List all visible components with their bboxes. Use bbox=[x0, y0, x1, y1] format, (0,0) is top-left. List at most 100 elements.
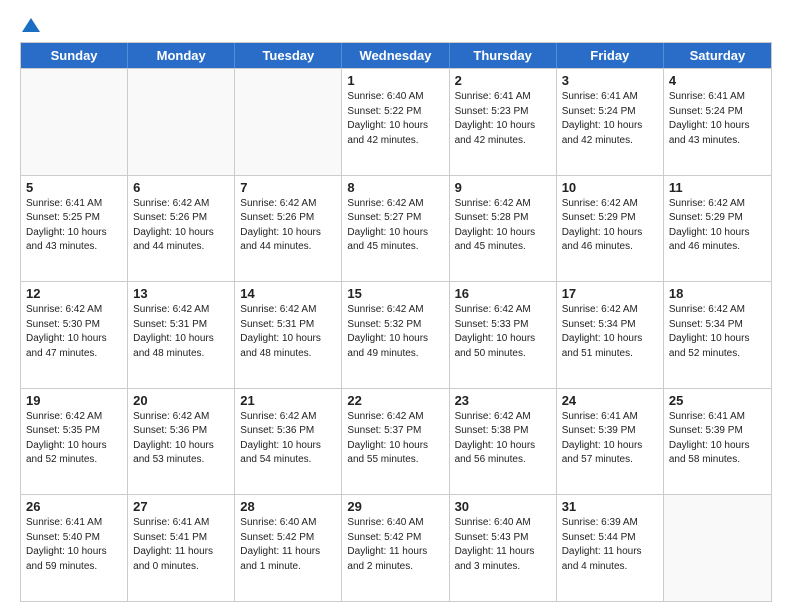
day-number: 19 bbox=[26, 393, 122, 408]
day-number: 21 bbox=[240, 393, 336, 408]
day-number: 28 bbox=[240, 499, 336, 514]
day-info: Sunrise: 6:42 AM Sunset: 5:36 PM Dayligh… bbox=[133, 410, 229, 468]
day-number: 2 bbox=[455, 73, 551, 88]
calendar-cell: 21 Sunrise: 6:42 AM Sunset: 5:36 PM Dayli… bbox=[235, 389, 342, 495]
day-info: Sunrise: 6:40 AM Sunset: 5:43 PM Dayligh… bbox=[455, 516, 551, 574]
calendar-cell: 28 Sunrise: 6:40 AM Sunset: 5:42 PM Dayli… bbox=[235, 495, 342, 601]
day-number: 29 bbox=[347, 499, 443, 514]
day-info: Sunrise: 6:42 AM Sunset: 5:27 PM Dayligh… bbox=[347, 197, 443, 255]
calendar-cell: 25Sunrise: 6:41 AM Sunset: 5:39 PM Dayli… bbox=[664, 389, 771, 495]
day-number: 6 bbox=[133, 180, 229, 195]
day-info: Sunrise: 6:40 AM Sunset: 5:22 PM Dayligh… bbox=[347, 90, 443, 148]
day-number: 30 bbox=[455, 499, 551, 514]
calendar-cell: 17 Sunrise: 6:42 AM Sunset: 5:34 PM Dayli… bbox=[557, 282, 664, 388]
calendar-cell: 9 Sunrise: 6:42 AM Sunset: 5:28 PM Daylig… bbox=[450, 176, 557, 282]
calendar-cell bbox=[21, 69, 128, 175]
day-number: 3 bbox=[562, 73, 658, 88]
day-info: Sunrise: 6:42 AM Sunset: 5:29 PM Dayligh… bbox=[562, 197, 658, 255]
day-info: Sunrise: 6:42 AM Sunset: 5:28 PM Dayligh… bbox=[455, 197, 551, 255]
logo-icon bbox=[22, 18, 40, 32]
calendar-cell: 19 Sunrise: 6:42 AM Sunset: 5:35 PM Dayli… bbox=[21, 389, 128, 495]
day-info: Sunrise: 6:41 AM Sunset: 5:24 PM Dayligh… bbox=[669, 90, 766, 148]
day-info: Sunrise: 6:41 AM Sunset: 5:39 PM Dayligh… bbox=[562, 410, 658, 468]
day-info: Sunrise: 6:42 AM Sunset: 5:30 PM Dayligh… bbox=[26, 303, 122, 361]
day-info: Sunrise: 6:42 AM Sunset: 5:26 PM Dayligh… bbox=[240, 197, 336, 255]
day-info: Sunrise: 6:42 AM Sunset: 5:33 PM Dayligh… bbox=[455, 303, 551, 361]
calendar-cell: 30 Sunrise: 6:40 AM Sunset: 5:43 PM Dayli… bbox=[450, 495, 557, 601]
day-info: Sunrise: 6:42 AM Sunset: 5:34 PM Dayligh… bbox=[669, 303, 766, 361]
calendar-cell: 27 Sunrise: 6:41 AM Sunset: 5:41 PM Dayli… bbox=[128, 495, 235, 601]
calendar-cell: 2 Sunrise: 6:41 AM Sunset: 5:23 PM Daylig… bbox=[450, 69, 557, 175]
day-number: 12 bbox=[26, 286, 122, 301]
calendar-cell: 12 Sunrise: 6:42 AM Sunset: 5:30 PM Dayli… bbox=[21, 282, 128, 388]
day-number: 27 bbox=[133, 499, 229, 514]
day-info: Sunrise: 6:42 AM Sunset: 5:35 PM Dayligh… bbox=[26, 410, 122, 468]
weekday-header: Monday bbox=[128, 43, 235, 68]
calendar-row: 19 Sunrise: 6:42 AM Sunset: 5:35 PM Dayli… bbox=[21, 388, 771, 495]
weekday-header: Friday bbox=[557, 43, 664, 68]
calendar-cell: 13 Sunrise: 6:42 AM Sunset: 5:31 PM Dayli… bbox=[128, 282, 235, 388]
calendar-cell: 22 Sunrise: 6:42 AM Sunset: 5:37 PM Dayli… bbox=[342, 389, 449, 495]
calendar-cell: 1Sunrise: 6:40 AM Sunset: 5:22 PM Daylig… bbox=[342, 69, 449, 175]
weekday-header: Thursday bbox=[450, 43, 557, 68]
weekday-header: Saturday bbox=[664, 43, 771, 68]
day-number: 16 bbox=[455, 286, 551, 301]
day-number: 20 bbox=[133, 393, 229, 408]
day-info: Sunrise: 6:42 AM Sunset: 5:31 PM Dayligh… bbox=[240, 303, 336, 361]
calendar-cell: 29 Sunrise: 6:40 AM Sunset: 5:42 PM Dayli… bbox=[342, 495, 449, 601]
calendar-cell: 3Sunrise: 6:41 AM Sunset: 5:24 PM Daylig… bbox=[557, 69, 664, 175]
calendar-cell bbox=[235, 69, 342, 175]
calendar-cell: 24Sunrise: 6:41 AM Sunset: 5:39 PM Dayli… bbox=[557, 389, 664, 495]
calendar-row: 26Sunrise: 6:41 AM Sunset: 5:40 PM Dayli… bbox=[21, 494, 771, 601]
day-number: 17 bbox=[562, 286, 658, 301]
calendar-cell bbox=[664, 495, 771, 601]
day-number: 26 bbox=[26, 499, 122, 514]
day-number: 14 bbox=[240, 286, 336, 301]
calendar-cell: 16 Sunrise: 6:42 AM Sunset: 5:33 PM Dayli… bbox=[450, 282, 557, 388]
calendar-row: 12 Sunrise: 6:42 AM Sunset: 5:30 PM Dayli… bbox=[21, 281, 771, 388]
calendar-cell: 5 Sunrise: 6:41 AM Sunset: 5:25 PM Daylig… bbox=[21, 176, 128, 282]
weekday-header: Sunday bbox=[21, 43, 128, 68]
day-info: Sunrise: 6:42 AM Sunset: 5:36 PM Dayligh… bbox=[240, 410, 336, 468]
day-number: 4 bbox=[669, 73, 766, 88]
day-info: Sunrise: 6:40 AM Sunset: 5:42 PM Dayligh… bbox=[240, 516, 336, 574]
day-number: 31 bbox=[562, 499, 658, 514]
calendar-cell: 31 Sunrise: 6:39 AM Sunset: 5:44 PM Dayli… bbox=[557, 495, 664, 601]
day-info: Sunrise: 6:41 AM Sunset: 5:41 PM Dayligh… bbox=[133, 516, 229, 574]
header bbox=[20, 18, 772, 32]
day-number: 18 bbox=[669, 286, 766, 301]
day-info: Sunrise: 6:41 AM Sunset: 5:25 PM Dayligh… bbox=[26, 197, 122, 255]
day-info: Sunrise: 6:42 AM Sunset: 5:32 PM Dayligh… bbox=[347, 303, 443, 361]
calendar-cell: 18 Sunrise: 6:42 AM Sunset: 5:34 PM Dayli… bbox=[664, 282, 771, 388]
calendar-row: 5 Sunrise: 6:41 AM Sunset: 5:25 PM Daylig… bbox=[21, 175, 771, 282]
calendar-cell: 7 Sunrise: 6:42 AM Sunset: 5:26 PM Daylig… bbox=[235, 176, 342, 282]
calendar-cell: 11 Sunrise: 6:42 AM Sunset: 5:29 PM Dayli… bbox=[664, 176, 771, 282]
day-info: Sunrise: 6:42 AM Sunset: 5:26 PM Dayligh… bbox=[133, 197, 229, 255]
day-number: 10 bbox=[562, 180, 658, 195]
day-info: Sunrise: 6:42 AM Sunset: 5:29 PM Dayligh… bbox=[669, 197, 766, 255]
day-info: Sunrise: 6:41 AM Sunset: 5:23 PM Dayligh… bbox=[455, 90, 551, 148]
logo bbox=[20, 18, 40, 32]
day-info: Sunrise: 6:40 AM Sunset: 5:42 PM Dayligh… bbox=[347, 516, 443, 574]
calendar: SundayMondayTuesdayWednesdayThursdayFrid… bbox=[20, 42, 772, 602]
day-number: 9 bbox=[455, 180, 551, 195]
calendar-cell: 4 Sunrise: 6:41 AM Sunset: 5:24 PM Daylig… bbox=[664, 69, 771, 175]
calendar-row: 1Sunrise: 6:40 AM Sunset: 5:22 PM Daylig… bbox=[21, 68, 771, 175]
day-info: Sunrise: 6:41 AM Sunset: 5:39 PM Dayligh… bbox=[669, 410, 766, 468]
calendar-cell: 20 Sunrise: 6:42 AM Sunset: 5:36 PM Dayli… bbox=[128, 389, 235, 495]
day-info: Sunrise: 6:42 AM Sunset: 5:37 PM Dayligh… bbox=[347, 410, 443, 468]
day-number: 22 bbox=[347, 393, 443, 408]
day-info: Sunrise: 6:42 AM Sunset: 5:31 PM Dayligh… bbox=[133, 303, 229, 361]
calendar-header: SundayMondayTuesdayWednesdayThursdayFrid… bbox=[21, 43, 771, 68]
day-number: 13 bbox=[133, 286, 229, 301]
calendar-cell bbox=[128, 69, 235, 175]
day-number: 7 bbox=[240, 180, 336, 195]
weekday-header: Wednesday bbox=[342, 43, 449, 68]
calendar-cell: 14 Sunrise: 6:42 AM Sunset: 5:31 PM Dayli… bbox=[235, 282, 342, 388]
calendar-body: 1Sunrise: 6:40 AM Sunset: 5:22 PM Daylig… bbox=[21, 68, 771, 601]
page: SundayMondayTuesdayWednesdayThursdayFrid… bbox=[0, 0, 792, 612]
day-number: 11 bbox=[669, 180, 766, 195]
day-info: Sunrise: 6:42 AM Sunset: 5:34 PM Dayligh… bbox=[562, 303, 658, 361]
day-info: Sunrise: 6:39 AM Sunset: 5:44 PM Dayligh… bbox=[562, 516, 658, 574]
day-number: 5 bbox=[26, 180, 122, 195]
